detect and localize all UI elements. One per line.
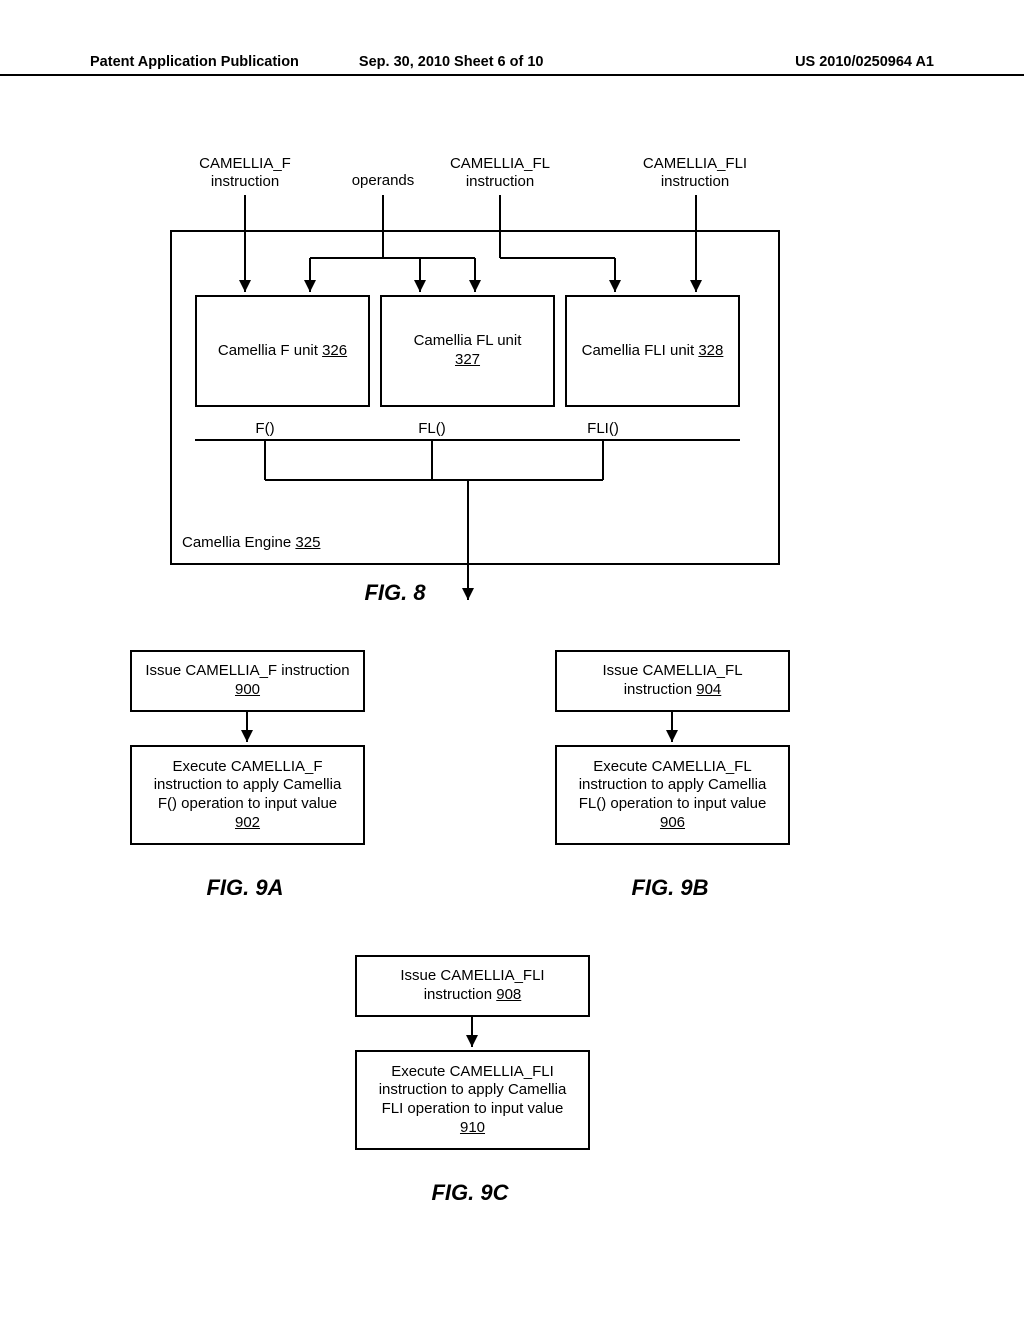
fig9-arrows	[0, 0, 1024, 1200]
